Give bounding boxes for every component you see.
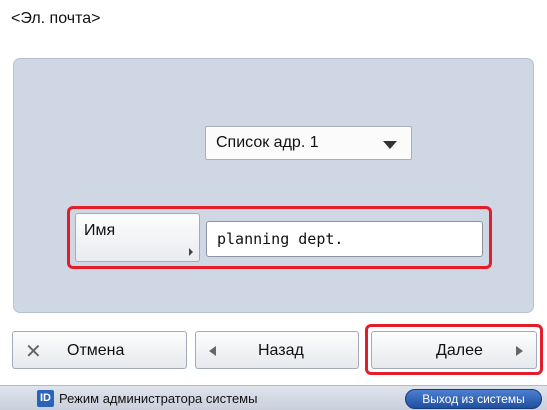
logout-button[interactable]: Выход из системы (405, 389, 542, 409)
name-input-value: planning dept. (217, 230, 344, 248)
back-button-label: Назад (258, 342, 304, 359)
arrow-left-icon (209, 346, 216, 356)
email-settings-screen: <Эл. почта> Список адр. 1 Имя planning d… (0, 0, 547, 410)
admin-mode-label: Режим администратора системы (59, 391, 258, 406)
name-button-label: Имя (84, 222, 116, 239)
cancel-button[interactable]: ✕ Отмена (12, 331, 187, 369)
name-input[interactable]: planning dept. (206, 221, 483, 257)
next-button-label: Далее (436, 342, 483, 359)
back-button[interactable]: Назад (195, 331, 359, 369)
cancel-button-label: Отмена (67, 342, 125, 359)
name-button[interactable]: Имя (75, 213, 200, 262)
next-button[interactable]: Далее (371, 331, 537, 369)
status-bar: ID Режим администратора системы Выход из… (0, 385, 547, 410)
arrow-right-icon (516, 346, 523, 356)
id-badge-icon: ID (37, 390, 54, 407)
chevron-down-icon (383, 141, 397, 149)
address-list-value: Список адр. 1 (216, 134, 319, 151)
corner-triangle-icon (189, 248, 193, 256)
close-icon: ✕ (25, 341, 42, 363)
screen-title: <Эл. почта> (11, 10, 101, 27)
address-list-dropdown[interactable]: Список адр. 1 (205, 126, 412, 160)
settings-panel (13, 58, 534, 313)
